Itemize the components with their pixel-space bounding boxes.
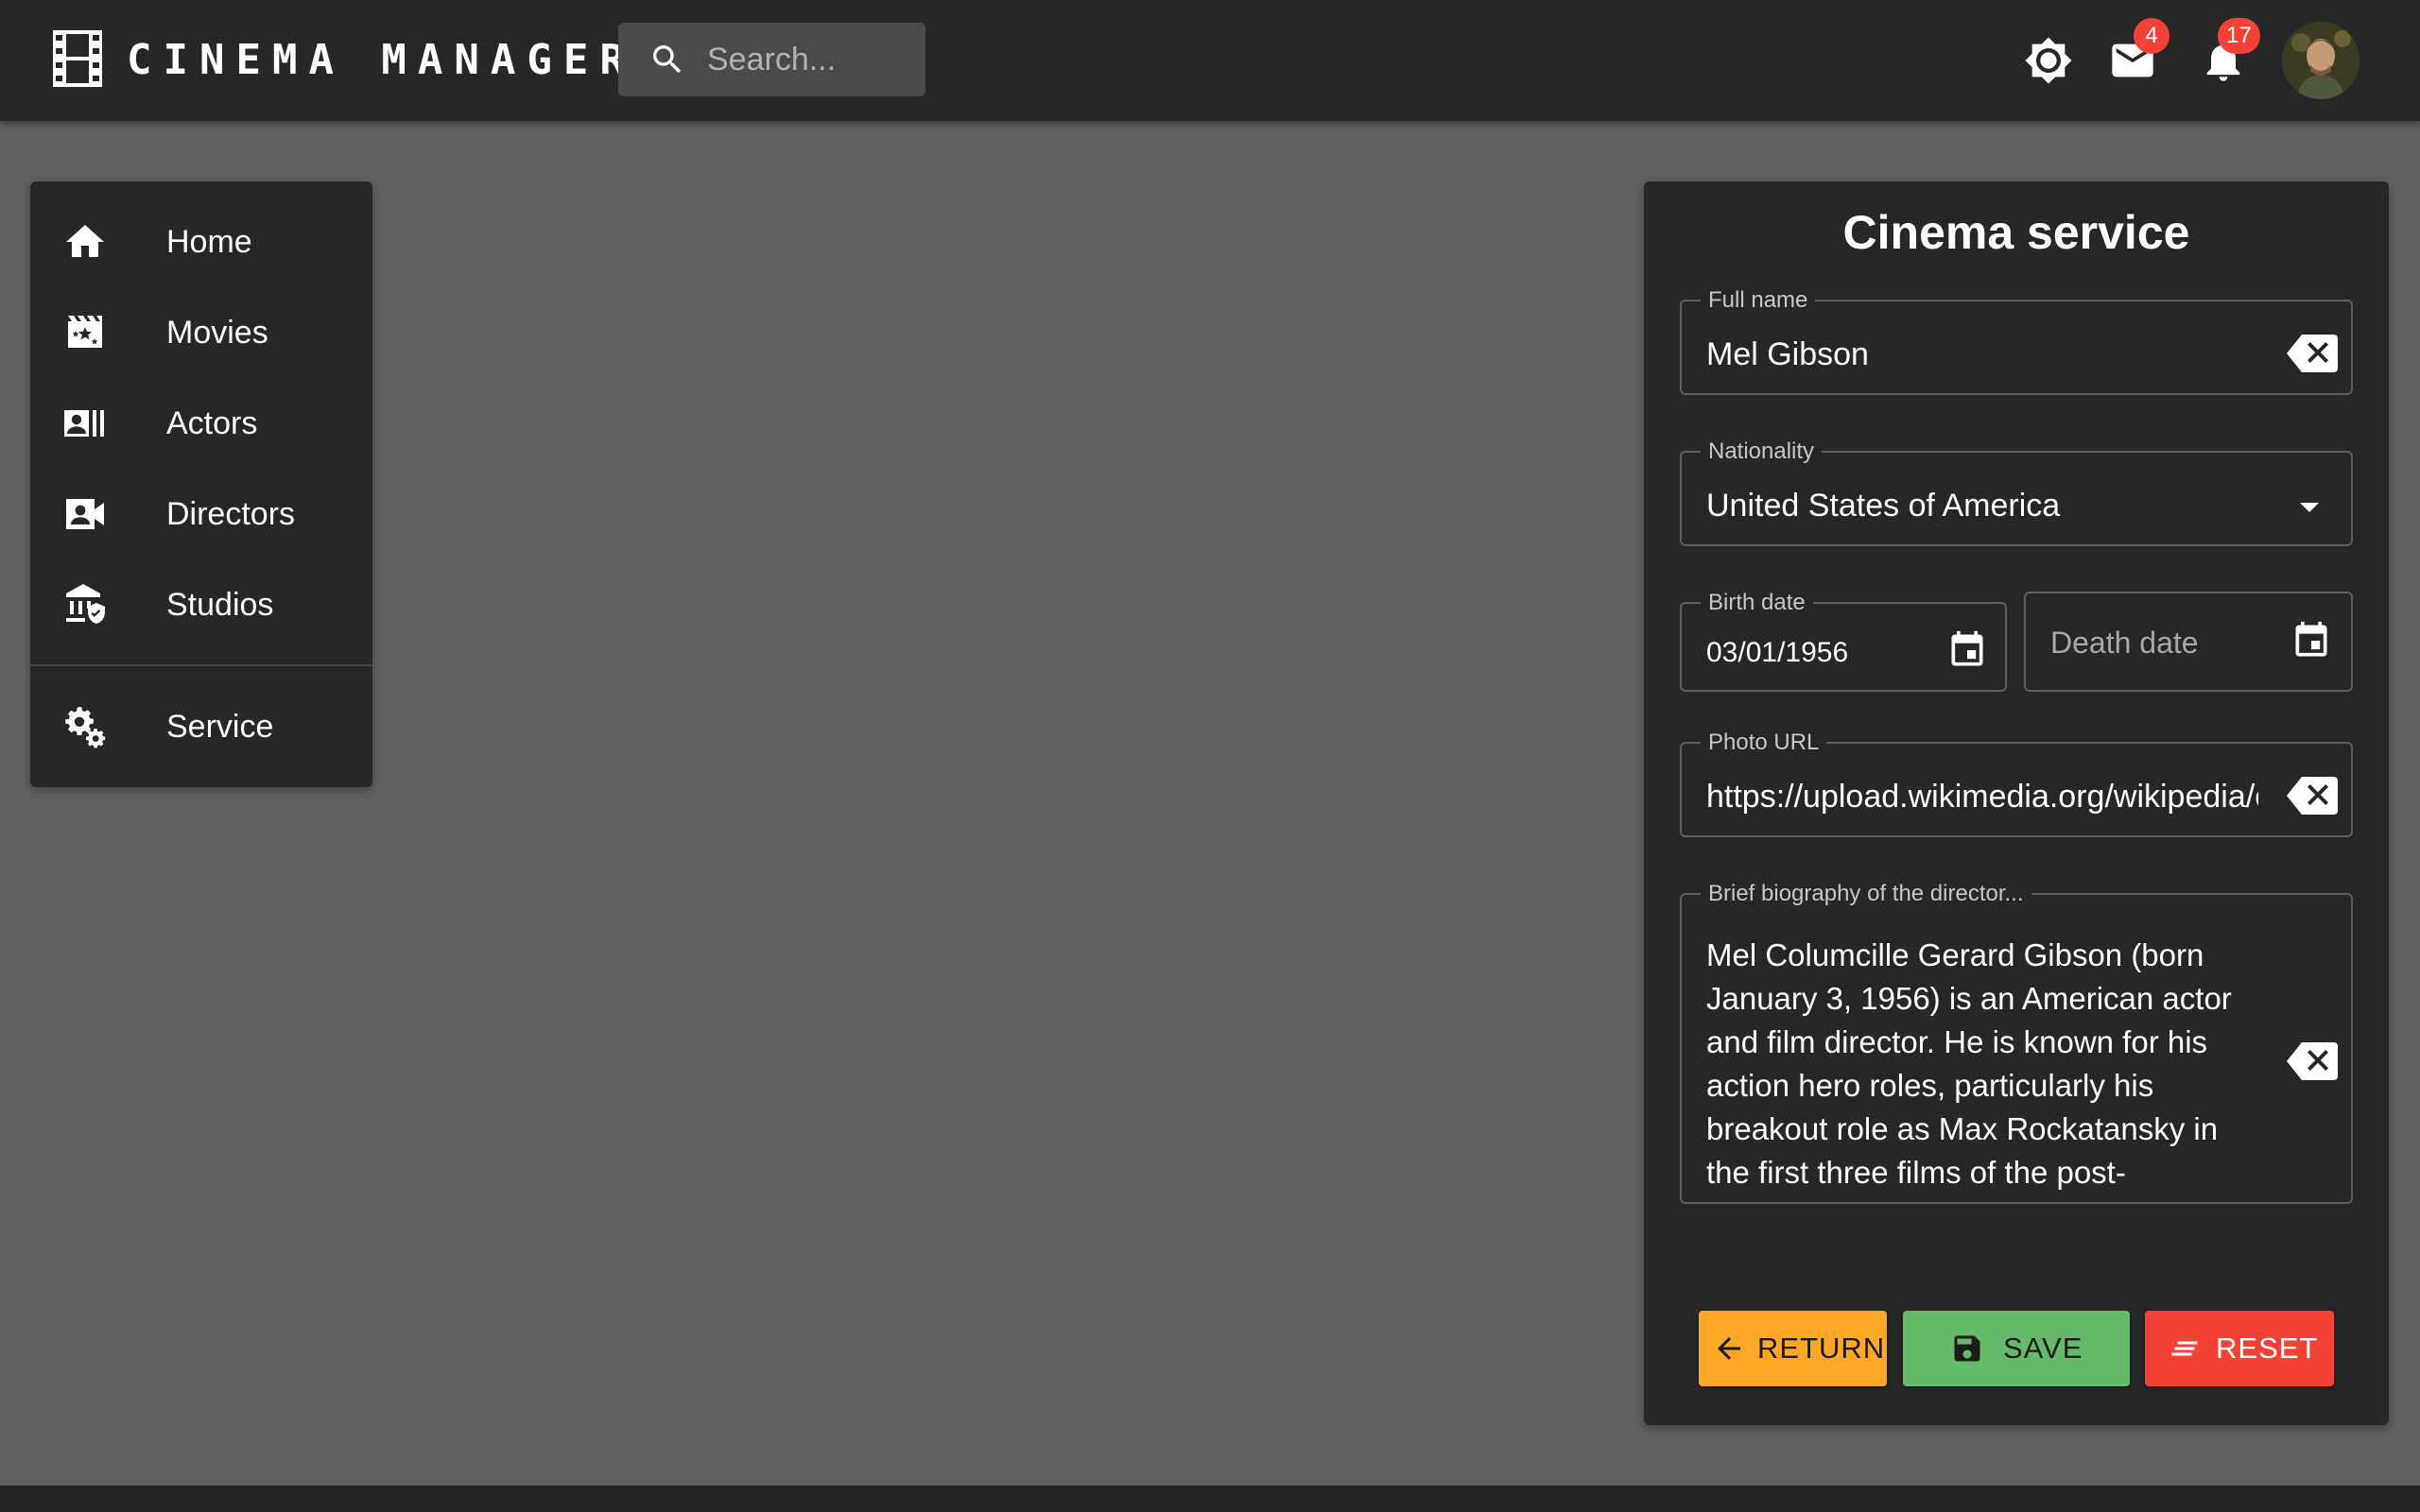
reset-label: RESET — [2216, 1332, 2319, 1365]
service-icon — [65, 707, 106, 748]
biography-textarea[interactable]: Mel Columcille Gerard Gibson (born Janua… — [1706, 934, 2255, 1194]
notification-badge: 17 — [2218, 18, 2260, 54]
mail-button[interactable]: 4 — [2104, 18, 2169, 89]
death-date-field[interactable]: Death date — [2024, 592, 2353, 692]
mail-badge: 4 — [2134, 18, 2169, 54]
clear-photo-url-icon[interactable] — [2287, 777, 2338, 815]
theme-toggle-icon — [2025, 37, 2072, 84]
sidebar-item-movies[interactable]: Movies — [30, 287, 372, 378]
nationality-label: Nationality — [1708, 438, 1815, 464]
sidebar-item-label: Home — [166, 224, 252, 260]
home-icon — [66, 225, 104, 257]
sidebar-item-label: Movies — [166, 315, 268, 351]
search-input[interactable] — [707, 23, 915, 96]
biography-label: Brief biography of the director... — [1708, 881, 2024, 906]
clear-all-icon — [2171, 1341, 2198, 1356]
return-label: RETURN — [1757, 1332, 1886, 1365]
clear-biography-icon[interactable] — [2287, 1042, 2338, 1080]
reset-button[interactable]: RESET — [2145, 1311, 2334, 1386]
sidebar-item-home[interactable]: Home — [30, 197, 372, 287]
app-title: CINEMA MANAGER — [127, 36, 636, 84]
birth-date-input[interactable]: 03/01/1956 — [1706, 637, 1848, 669]
full-name-label: Full name — [1708, 287, 1808, 313]
full-name-field[interactable]: Full name Mel Gibson — [1680, 289, 2353, 395]
death-date-input[interactable]: Death date — [2050, 626, 2199, 661]
actors-icon — [64, 410, 104, 437]
photo-url-label: Photo URL — [1708, 730, 1820, 755]
sidebar-item-actors[interactable]: Actors — [30, 378, 372, 469]
return-button[interactable]: RETURN — [1699, 1311, 1887, 1386]
save-button[interactable]: SAVE — [1903, 1311, 2130, 1386]
birth-date-label: Birth date — [1708, 590, 1806, 615]
director-form-card: Cinema service Full name Mel Gibson Nati… — [1644, 181, 2389, 1425]
search-icon — [653, 45, 682, 74]
nationality-value: United States of America — [1706, 488, 2061, 524]
sidebar-item-directors[interactable]: Directors — [30, 469, 372, 559]
directors-icon — [66, 499, 104, 529]
save-icon — [1954, 1335, 1980, 1362]
photo-url-input[interactable]: https://upload.wikimedia.org/wikipedia/c… — [1706, 779, 2258, 816]
clear-full-name-icon[interactable] — [2287, 335, 2338, 372]
arrow-back-icon — [1718, 1337, 1740, 1360]
save-label: SAVE — [2003, 1332, 2083, 1365]
sidebar-item-service[interactable]: Service — [30, 681, 372, 772]
full-name-input[interactable]: Mel Gibson — [1706, 336, 1869, 373]
sidebar: Home Movies Actors Directors Studios Ser… — [30, 181, 372, 787]
chevron-down-icon[interactable] — [2298, 501, 2321, 514]
sidebar-divider — [30, 664, 372, 666]
footer-bar — [0, 1486, 2420, 1512]
calendar-icon[interactable] — [1946, 629, 1988, 671]
photo-url-field[interactable]: Photo URL https://upload.wikimedia.org/w… — [1680, 731, 2353, 837]
sidebar-item-label: Studios — [166, 587, 274, 623]
sidebar-item-label: Service — [166, 709, 274, 745]
biography-field[interactable]: Brief biography of the director... Mel C… — [1680, 883, 2353, 1204]
sidebar-item-studios[interactable]: Studios — [30, 559, 372, 650]
avatar[interactable] — [2282, 22, 2360, 99]
theme-toggle-button[interactable] — [2020, 32, 2077, 89]
app-bar: CINEMA MANAGER 4 17 — [0, 0, 2420, 121]
nationality-select[interactable]: Nationality United States of America — [1680, 440, 2353, 546]
sidebar-item-label: Directors — [166, 496, 296, 532]
calendar-icon[interactable] — [2290, 620, 2332, 662]
avatar-image — [2282, 22, 2360, 99]
studios-icon — [66, 584, 105, 624]
birth-date-field[interactable]: Birth date 03/01/1956 — [1680, 592, 2007, 692]
form-title: Cinema service — [1842, 206, 2190, 259]
film-strip-icon — [53, 30, 102, 87]
sidebar-item-label: Actors — [166, 405, 258, 441]
movies-icon — [68, 316, 102, 348]
search-box[interactable] — [618, 23, 925, 96]
notifications-button[interactable]: 17 — [2195, 18, 2260, 89]
